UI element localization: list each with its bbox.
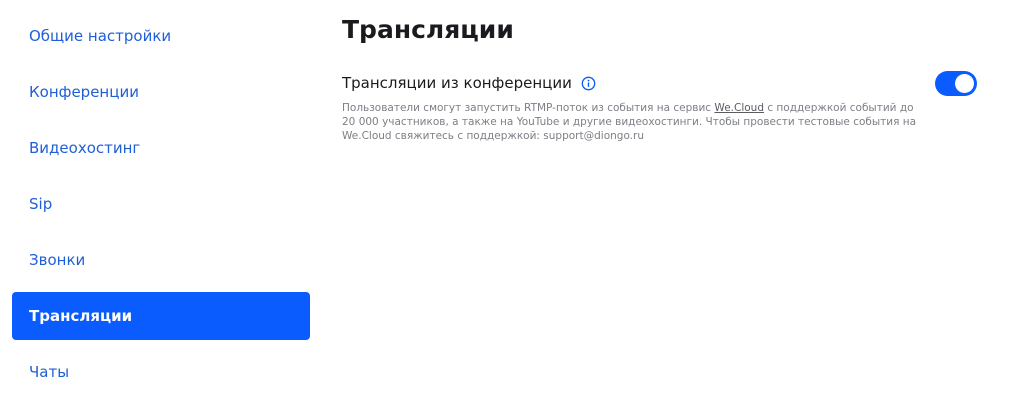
sidebar-item-sip[interactable]: Sip (12, 180, 310, 228)
sidebar-item-label: Трансляции (29, 307, 133, 325)
sidebar-item-label: Звонки (29, 251, 86, 269)
sidebar-item-calls[interactable]: Звонки (12, 236, 310, 284)
sidebar-item-conferences[interactable]: Конференции (12, 68, 310, 116)
sidebar-item-label: Конференции (29, 83, 139, 101)
setting-title: Трансляции из конференции (342, 74, 572, 92)
sidebar-item-label: Чаты (29, 363, 70, 381)
broadcasts-toggle[interactable] (935, 71, 977, 96)
description-text-start: Пользователи смогут запустить RTMP-поток… (342, 102, 715, 114)
setting-title-line: Трансляции из конференции (342, 73, 982, 93)
sidebar-item-general[interactable]: Общие настройки (12, 12, 310, 60)
setting-broadcasts-from-conference: Трансляции из конференции Пользователи с… (342, 71, 982, 143)
sidebar: Общие настройки Конференции Видеохостинг… (12, 12, 310, 397)
sidebar-item-video-hosting[interactable]: Видеохостинг (12, 124, 310, 172)
sidebar-item-chats[interactable]: Чаты (12, 348, 310, 396)
sidebar-item-label: Sip (29, 195, 53, 213)
toggle-knob (955, 74, 974, 93)
we-cloud-link[interactable]: We.Cloud (714, 102, 764, 114)
sidebar-item-broadcasts[interactable]: Трансляции (12, 292, 310, 340)
info-icon[interactable] (581, 76, 596, 91)
settings-page: Общие настройки Конференции Видеохостинг… (0, 0, 1020, 397)
page-title: Трансляции (342, 15, 514, 44)
sidebar-item-label: Видеохостинг (29, 139, 141, 157)
setting-description: Пользователи смогут запустить RTMP-поток… (342, 101, 917, 143)
sidebar-item-label: Общие настройки (29, 27, 172, 45)
main-content: Трансляции Трансляции из конференции Пол… (342, 0, 982, 143)
